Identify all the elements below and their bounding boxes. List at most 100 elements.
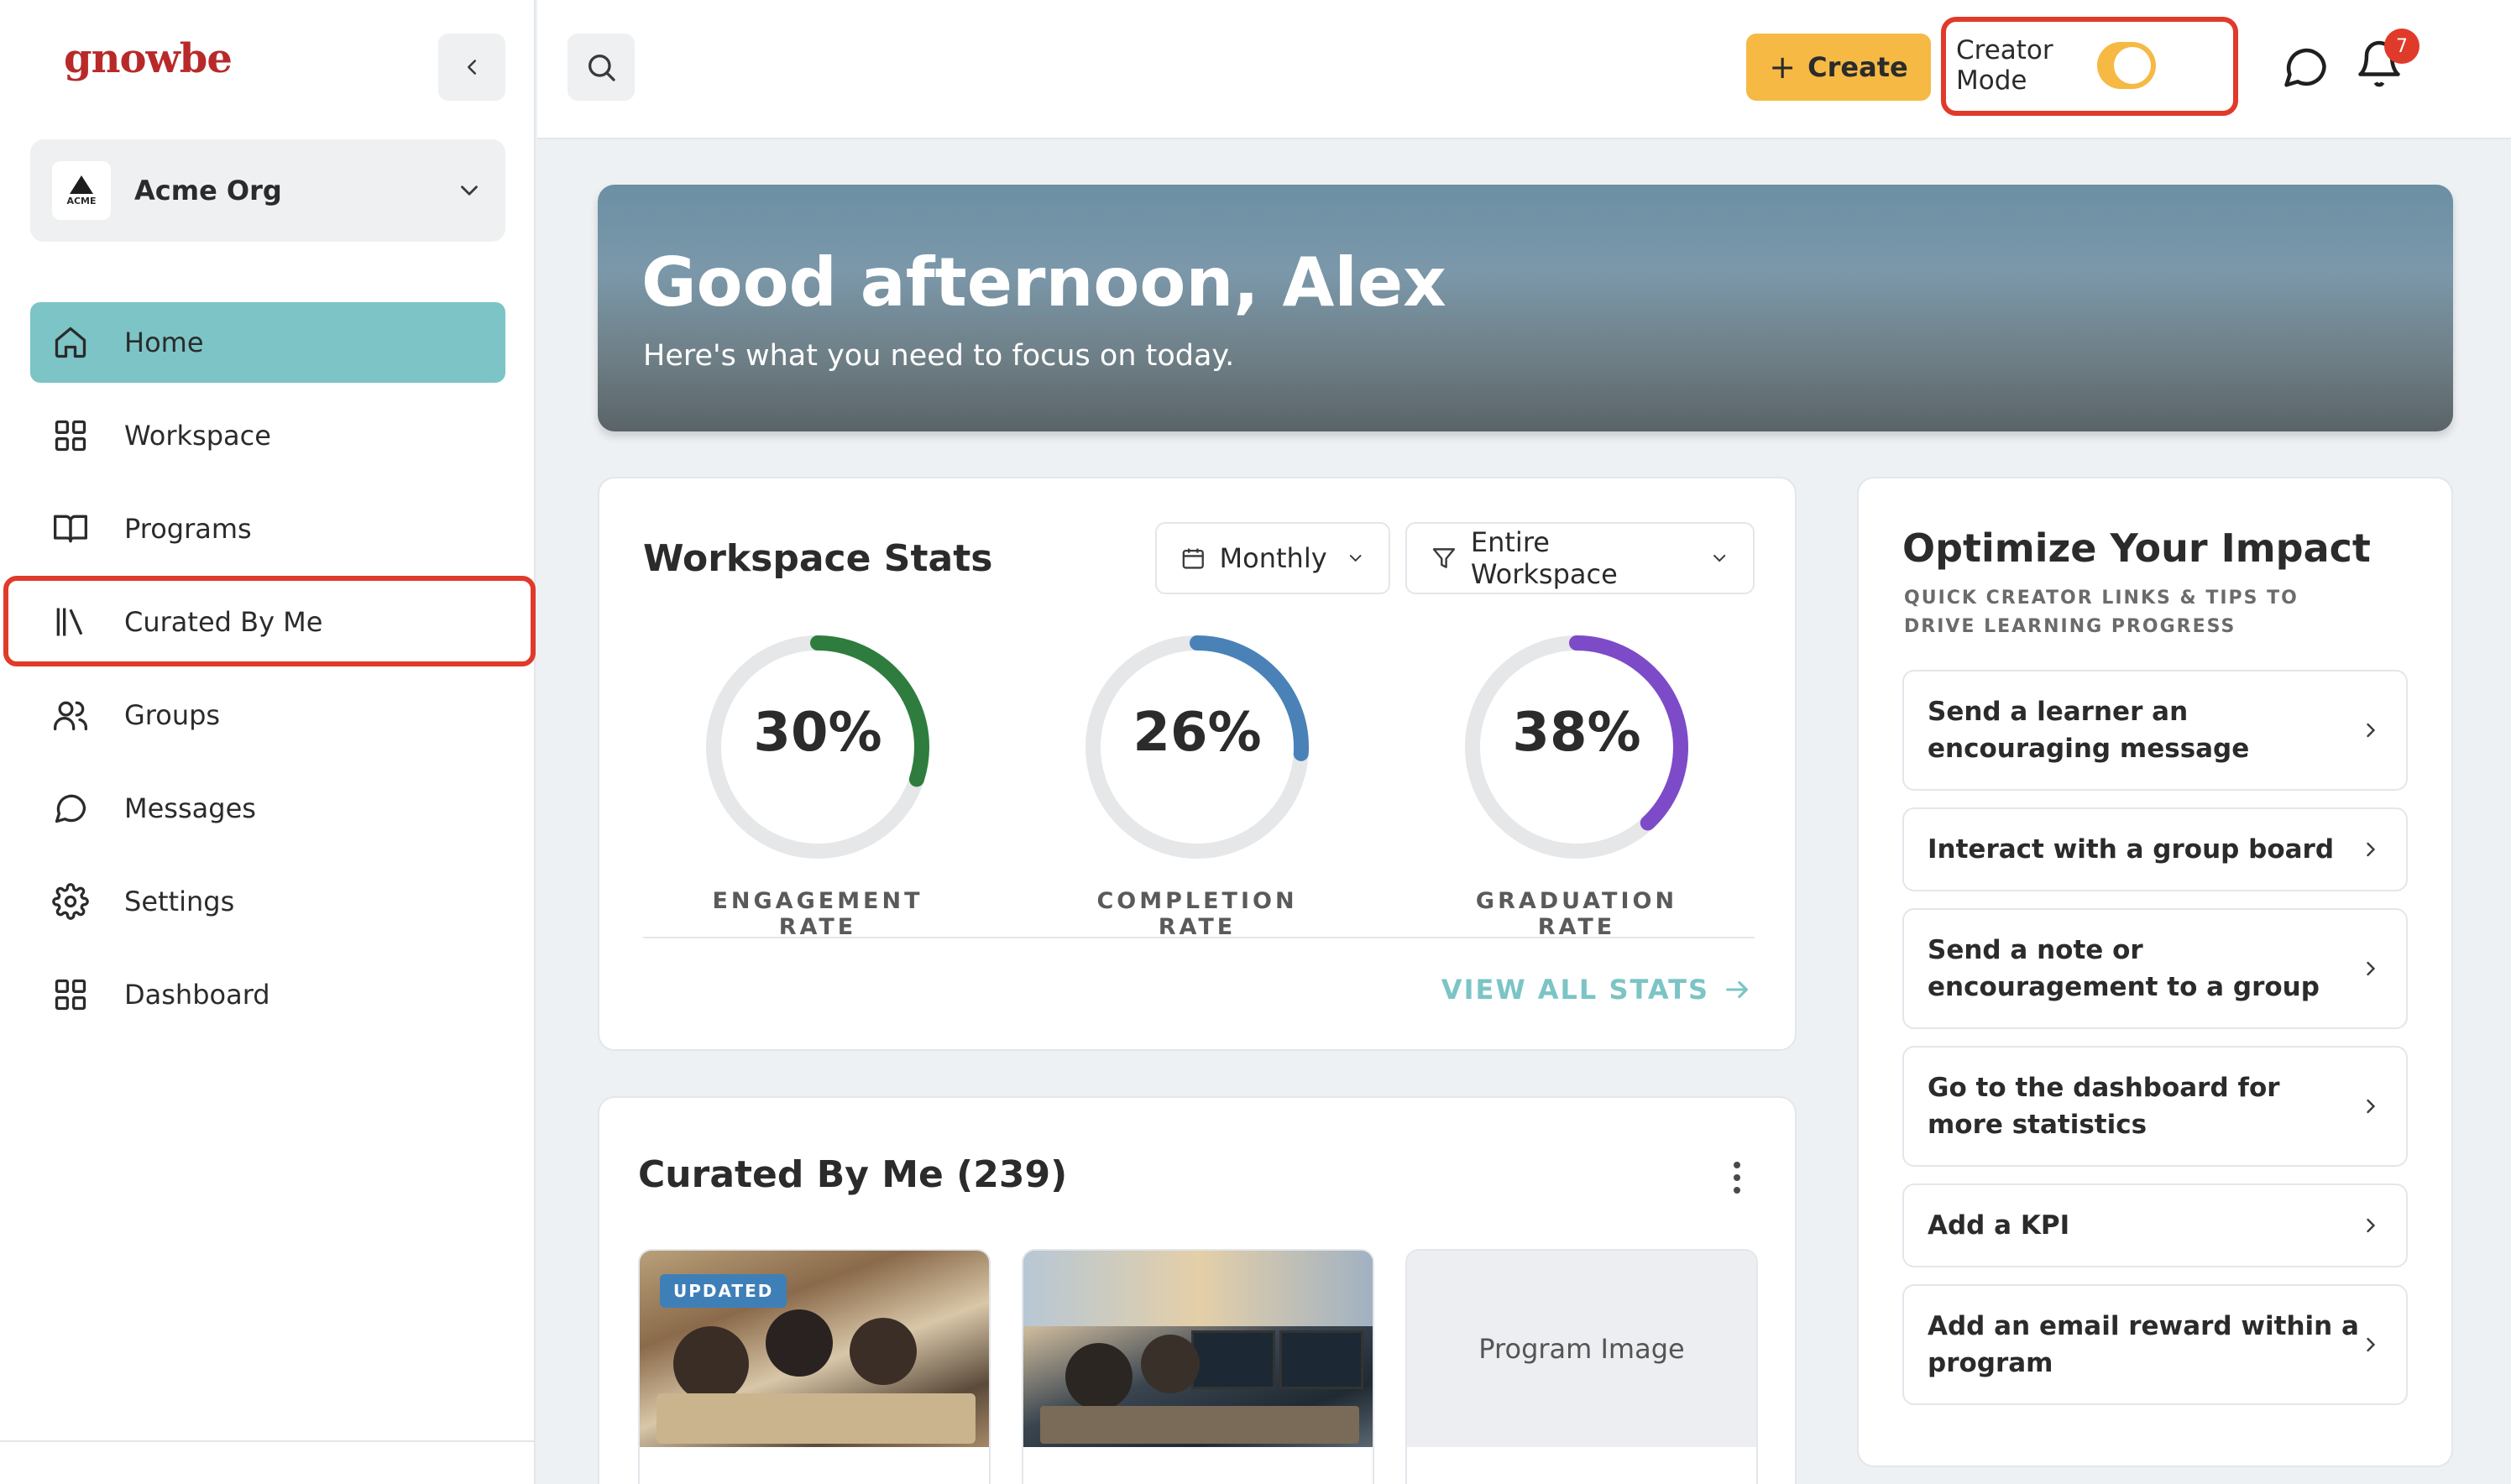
search-button[interactable] xyxy=(568,34,635,101)
home-icon xyxy=(52,324,89,361)
chat-icon[interactable] xyxy=(2280,42,2331,92)
sidebar: gnowbe ACME Acme Org Home Workspace Prog… xyxy=(0,0,536,1484)
calendar-icon xyxy=(1182,548,1204,569)
book-icon xyxy=(52,510,89,547)
creator-mode-control: Creator Mode xyxy=(1944,18,2156,112)
gauge-label: GRADUATION RATE xyxy=(1475,888,1678,940)
sidebar-nav: Home Workspace Programs Curated By Me Gr… xyxy=(30,302,505,1048)
sidebar-item-programs[interactable]: Programs xyxy=(30,489,505,569)
sidebar-item-label: Curated By Me xyxy=(124,606,323,638)
greeting-banner: Good afternoon, Alex Here's what you nee… xyxy=(598,185,2453,431)
impact-link-encourage-learner[interactable]: Send a learner an encouraging message xyxy=(1902,670,2408,791)
impact-link-label: Add an email reward within a program xyxy=(1928,1311,2359,1378)
grid-icon xyxy=(52,976,89,1013)
toggle-knob xyxy=(2114,47,2151,84)
updated-badge: UPDATED xyxy=(660,1274,787,1308)
impact-subtitle: QUICK CREATOR LINKS & TIPS TO DRIVE LEAR… xyxy=(1904,588,2299,637)
filter-icon xyxy=(1432,548,1456,568)
gnowbe-logo[interactable]: gnowbe xyxy=(64,35,233,82)
curated-title: Curated By Me (239) xyxy=(638,1153,1068,1196)
completion-rate-gauge: 26% COMPLETION RATE xyxy=(1071,621,1323,940)
plus-icon: + xyxy=(1769,49,1797,86)
chevron-right-icon xyxy=(2367,1218,2376,1233)
creator-mode-label: Creator Mode xyxy=(1956,35,2053,96)
impact-list: Send a learner an encouraging message In… xyxy=(1902,670,2408,1422)
gauge-label: ENGAGEMENT RATE xyxy=(712,888,923,940)
period-value: Monthly xyxy=(1219,542,1327,574)
scope-value: Entire Workspace xyxy=(1470,526,1618,590)
impact-link-label: Send a learner an encouraging message xyxy=(1928,697,2250,764)
impact-link-label: Send a note or encouragement to a group xyxy=(1928,935,2320,1002)
program-card[interactable]: Program Image xyxy=(1405,1249,1758,1484)
sidebar-item-label: Workspace xyxy=(124,420,271,452)
program-card[interactable] xyxy=(1022,1249,1374,1484)
impact-link-add-kpi[interactable]: Add a KPI xyxy=(1902,1184,2408,1267)
org-selector[interactable]: ACME Acme Org xyxy=(30,139,505,242)
engagement-rate-gauge: 30% ENGAGEMENT RATE xyxy=(692,621,944,940)
sidebar-item-label: Dashboard xyxy=(124,979,270,1011)
stats-title: Workspace Stats xyxy=(643,537,993,580)
org-name: Acme Org xyxy=(134,175,282,206)
chevron-down-icon xyxy=(1349,555,1362,562)
gauge-value: 38% xyxy=(1512,702,1641,764)
chevron-down-icon xyxy=(1713,554,1725,562)
program-image: UPDATED xyxy=(640,1251,989,1447)
sidebar-item-label: Messages xyxy=(124,792,256,824)
sidebar-item-curated-by-me[interactable]: Curated By Me xyxy=(30,582,505,662)
notification-badge: 7 xyxy=(2384,29,2419,64)
impact-link-label: Add a KPI xyxy=(1928,1210,2070,1241)
users-icon xyxy=(52,697,89,734)
impact-link-label: Interact with a group board xyxy=(1928,834,2335,865)
creator-mode-toggle[interactable] xyxy=(2096,42,2156,89)
org-logo: ACME xyxy=(52,161,111,220)
optimize-impact-card: Optimize Your Impact QUICK CREATOR LINKS… xyxy=(1857,477,2453,1467)
sidebar-item-settings[interactable]: Settings xyxy=(30,861,505,942)
curated-by-me-card: Curated By Me (239) UPDATED Program Imag… xyxy=(598,1096,1797,1484)
gear-icon xyxy=(52,883,89,920)
sidebar-item-home[interactable]: Home xyxy=(30,302,505,383)
search-icon xyxy=(589,55,615,81)
gauge-label: COMPLETION RATE xyxy=(1096,888,1298,940)
period-dropdown[interactable]: Monthly xyxy=(1155,522,1390,594)
create-label: Create xyxy=(1807,51,1908,83)
sidebar-item-label: Settings xyxy=(124,886,235,917)
sidebar-item-workspace[interactable]: Workspace xyxy=(30,395,505,476)
divider xyxy=(0,1440,534,1442)
impact-link-email-reward[interactable]: Add an email reward within a program xyxy=(1902,1284,2408,1405)
create-button[interactable]: + Create xyxy=(1746,34,1931,101)
chevron-right-icon xyxy=(2367,842,2376,857)
workspace-stats-card: Workspace Stats Monthly Entire Workspace… xyxy=(598,477,1797,1051)
chevron-down-icon xyxy=(461,186,478,196)
scope-dropdown[interactable]: Entire Workspace xyxy=(1405,522,1755,594)
impact-title: Optimize Your Impact xyxy=(1902,525,2371,571)
more-options-icon[interactable] xyxy=(1733,1162,1741,1199)
collapse-sidebar-button[interactable] xyxy=(438,34,505,101)
view-all-stats-link[interactable]: VIEW ALL STATS xyxy=(1441,974,1751,1006)
view-all-label: VIEW ALL STATS xyxy=(1441,974,1709,1006)
graduation-rate-gauge: 38% GRADUATION RATE xyxy=(1451,621,1703,940)
topbar: + Create Creator Mode 7 xyxy=(537,0,2511,139)
gauge-value: 30% xyxy=(753,702,882,764)
impact-link-group-note[interactable]: Send a note or encouragement to a group xyxy=(1902,908,2408,1029)
sidebar-item-dashboard[interactable]: Dashboard xyxy=(30,954,505,1035)
impact-link-label: Go to the dashboard for more statistics xyxy=(1928,1073,2280,1140)
sidebar-item-groups[interactable]: Groups xyxy=(30,675,505,755)
chevron-right-icon xyxy=(2367,723,2376,738)
chevron-right-icon xyxy=(2367,1099,2376,1114)
sidebar-item-label: Programs xyxy=(124,513,252,545)
divider xyxy=(643,937,1755,938)
program-image xyxy=(1023,1251,1373,1447)
chevron-left-icon xyxy=(468,60,476,75)
impact-link-dashboard[interactable]: Go to the dashboard for more statistics xyxy=(1902,1046,2408,1167)
arrow-right-icon xyxy=(1726,980,1748,999)
grid-icon xyxy=(52,417,89,454)
chat-icon xyxy=(52,790,89,827)
impact-link-group-board[interactable]: Interact with a group board xyxy=(1902,807,2408,891)
greeting-subtitle: Here's what you need to focus on today. xyxy=(643,339,1235,373)
program-card[interactable]: UPDATED xyxy=(638,1249,991,1484)
sidebar-item-label: Groups xyxy=(124,699,221,731)
sidebar-item-messages[interactable]: Messages xyxy=(30,768,505,849)
program-image-placeholder: Program Image xyxy=(1407,1251,1756,1447)
chevron-right-icon xyxy=(2367,1337,2376,1352)
sidebar-item-label: Home xyxy=(124,327,204,358)
